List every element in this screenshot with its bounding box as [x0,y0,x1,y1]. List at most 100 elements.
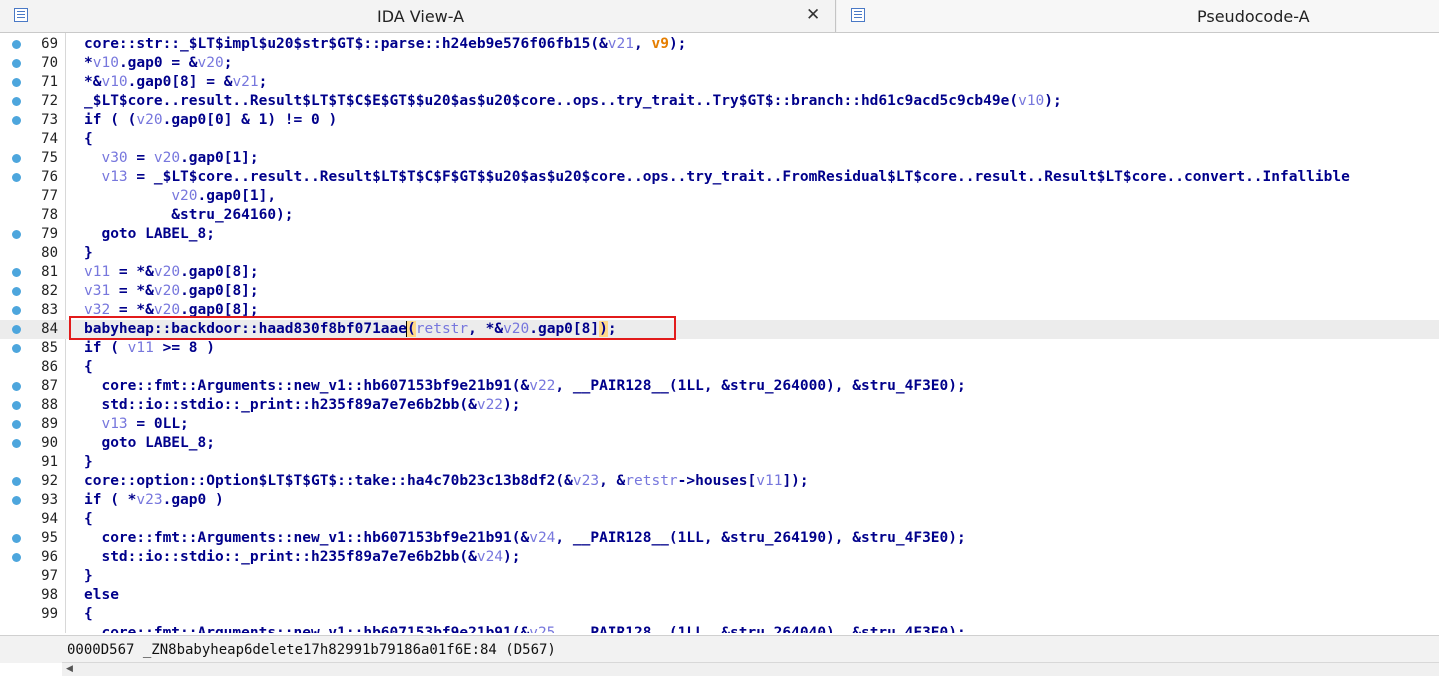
code-variable: v11 [756,473,783,489]
breakpoint-dot-icon[interactable] [12,382,21,391]
code-token: ; [258,74,268,90]
breakpoint-dot-icon[interactable] [12,154,21,163]
code-variable: v13 [101,169,128,185]
code-token: ]); [782,473,809,489]
code-token: ; [223,55,233,71]
breakpoint-dot-icon[interactable] [12,496,21,505]
code-line[interactable]: 73 if ( (v20.gap0[0] & 1) != 0 ) [0,111,1439,130]
tab-pseudocode[interactable]: Pseudocode-A [837,0,1439,32]
breakpoint-dot-icon[interactable] [12,306,21,315]
code-line[interactable]: 97} [0,567,1439,586]
code-line[interactable]: 85 if ( v11 >= 8 ) [0,339,1439,358]
code-line[interactable]: 96 std::io::stdio::_print::h235f89a7e7e6… [0,548,1439,567]
code-line[interactable]: 76 v13 = _$LT$core..result..Result$LT$T$… [0,168,1439,187]
code-line[interactable]: 79 goto LABEL_8; [0,225,1439,244]
code-variable: v25 [529,625,556,633]
tab-pseudocode-label: Pseudocode-A [1197,7,1310,26]
code-token: * [84,55,93,71]
code-token: std::io::stdio::_print::h235f89a7e7e6b2b… [84,397,477,413]
status-address: 0000D567 _ZN8babyheap6delete17h82991b791… [67,642,556,658]
code-line[interactable]: 75 v30 = v20.gap0[1]; [0,149,1439,168]
code-line[interactable]: 82 v31 = *&v20.gap0[8]; [0,282,1439,301]
breakpoint-dot-icon[interactable] [12,344,21,353]
code-line[interactable]: 91} [0,453,1439,472]
code-line[interactable]: 98 else [0,586,1439,605]
code-line[interactable]: 70 *v10.gap0 = &v20; [0,54,1439,73]
code-line[interactable]: 90 goto LABEL_8; [0,434,1439,453]
line-number: 90 [41,435,58,451]
horizontal-scrollbar[interactable]: ◀ [62,662,1439,676]
code-line[interactable]: 93 if ( *v23.gap0 ) [0,491,1439,510]
breakpoint-dot-icon[interactable] [12,420,21,429]
breakpoint-dot-icon[interactable] [12,401,21,410]
code-line[interactable]: 69 core::str::_$LT$impl$u20$str$GT$::pars… [0,35,1439,54]
code-line[interactable]: 86 { [0,358,1439,377]
code-line[interactable]: core::fmt::Arguments::new_v1::hb607153bf… [0,624,1439,633]
breakpoint-dot-icon[interactable] [12,287,21,296]
code-token: ); [503,549,521,565]
line-number: 78 [41,207,58,223]
close-icon[interactable]: ✕ [806,5,820,25]
tab-ida-view[interactable]: IDA View-A ✕ [0,0,836,32]
code-text: { [84,510,93,529]
breakpoint-dot-icon[interactable] [12,230,21,239]
code-token: .gap0[8] [529,321,600,337]
breakpoint-dot-icon[interactable] [12,97,21,106]
code-token: , __PAIR128__(1LL, &stru_264040), &stru_… [555,625,966,633]
code-text: } [84,453,93,472]
code-line[interactable]: 72 _$LT$core..result..Result$LT$T$C$E$GT$… [0,92,1439,111]
code-token: .gap0[8] = & [127,74,233,90]
code-line[interactable]: 71 *&v10.gap0[8] = &v21; [0,73,1439,92]
code-token: { [84,511,93,527]
code-token: core::str::_$LT$impl$u20$str$GT$::parse:… [84,36,608,52]
breakpoint-dot-icon[interactable] [12,78,21,87]
breakpoint-dot-icon[interactable] [12,553,21,562]
code-token: core::fmt::Arguments::new_v1::hb607153bf… [84,378,530,394]
code-line[interactable]: 99 { [0,605,1439,624]
code-line[interactable]: 92 core::option::Option$LT$T$GT$::take::h… [0,472,1439,491]
code-variable: v24 [476,549,504,565]
code-text: goto LABEL_8; [84,225,215,244]
code-line[interactable]: 87 core::fmt::Arguments::new_v1::hb60715… [0,377,1439,396]
code-text: v20.gap0[1], [84,187,276,206]
code-variable: v20 [153,264,181,280]
line-number: 86 [41,359,58,375]
code-line[interactable]: 78 &stru_264160); [0,206,1439,225]
code-text: v31 = *&v20.gap0[8]; [84,282,259,301]
code-line[interactable]: 83 v32 = *&v20.gap0[8]; [0,301,1439,320]
code-token: ) [599,321,608,337]
code-line[interactable]: 81 v11 = *&v20.gap0[8]; [0,263,1439,282]
breakpoint-dot-icon[interactable] [12,173,21,182]
code-line[interactable]: 88 std::io::stdio::_print::h235f89a7e7e6… [0,396,1439,415]
breakpoint-dot-icon[interactable] [12,439,21,448]
code-token: , __PAIR128__(1LL, &stru_264190), &stru_… [555,530,966,546]
breakpoint-dot-icon[interactable] [12,40,21,49]
code-line[interactable]: 94 { [0,510,1439,529]
breakpoint-dot-icon[interactable] [12,59,21,68]
code-token: } [84,454,93,470]
breakpoint-dot-icon[interactable] [12,268,21,277]
code-token: = 0LL; [127,416,189,432]
code-line[interactable]: 77 v20.gap0[1], [0,187,1439,206]
code-token: { [84,606,93,622]
code-text: core::fmt::Arguments::new_v1::hb607153bf… [84,377,965,396]
breakpoint-dot-icon[interactable] [12,116,21,125]
code-line[interactable]: 89 v13 = 0LL; [0,415,1439,434]
scroll-left-icon[interactable]: ◀ [66,664,73,674]
code-token: .gap0[1], [197,188,277,204]
pseudocode-editor[interactable]: 69 core::str::_$LT$impl$u20$str$GT$::pars… [0,33,1439,633]
line-number: 70 [41,55,58,71]
line-number: 87 [41,378,58,394]
current-code-line[interactable]: 84 babyheap::backdoor::haad830f8bf071aae(… [0,320,1439,339]
breakpoint-dot-icon[interactable] [12,325,21,334]
breakpoint-dot-icon[interactable] [12,477,21,486]
line-number: 85 [41,340,58,356]
code-text: { [84,605,93,624]
code-text: core::option::Option$LT$T$GT$::take::ha4… [84,472,809,491]
code-line[interactable]: 95 core::fmt::Arguments::new_v1::hb60715… [0,529,1439,548]
code-line[interactable]: 80} [0,244,1439,263]
tab-ida-view-label: IDA View-A [377,7,465,26]
breakpoint-dot-icon[interactable] [12,534,21,543]
code-line[interactable]: 74 { [0,130,1439,149]
